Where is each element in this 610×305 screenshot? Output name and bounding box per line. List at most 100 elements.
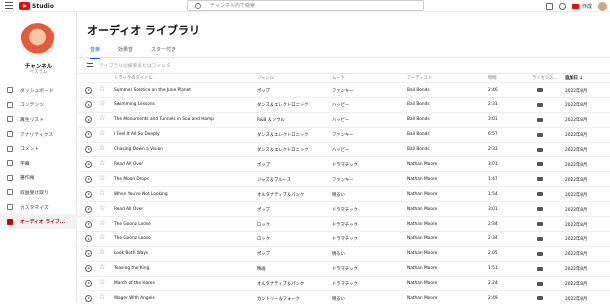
play-icon[interactable]	[85, 250, 92, 258]
license-icon[interactable]	[537, 192, 543, 197]
sidebar-item[interactable]: ダッシュボード	[0, 83, 77, 98]
table-row[interactable]: ☆ I Feel It All So Deeply ダンス＆エレクトロニック ファンキ…	[78, 126, 610, 142]
track-added: 2022年8月	[565, 267, 588, 273]
star-icon[interactable]: ☆	[99, 189, 105, 197]
table-row[interactable]: ☆ Read All Over ポップ ドラマチック Nathan Moore 3:01 2…	[78, 201, 610, 216]
star-icon[interactable]: ☆	[99, 279, 105, 286]
play-icon[interactable]	[85, 280, 92, 288]
play-icon[interactable]	[85, 265, 92, 273]
license-icon[interactable]	[537, 162, 543, 167]
star-icon[interactable]: ☆	[99, 219, 105, 227]
sidebar-item[interactable]: アナリティクス	[0, 127, 77, 142]
license-icon[interactable]	[537, 251, 543, 256]
license-icon[interactable]	[537, 88, 543, 92]
sidebar-item[interactable]: 字幕	[0, 156, 77, 171]
track-artist: Nathan Moore	[407, 176, 438, 182]
license-icon[interactable]	[537, 266, 543, 271]
sidebar-item-label: カスタマイズ	[20, 205, 49, 211]
star-icon[interactable]: ☆	[99, 115, 105, 122]
table-row[interactable]: ☆ The Goonz Loose ロック ドラマチック Nathan Moore 2:3…	[78, 216, 610, 231]
license-icon[interactable]	[537, 222, 543, 227]
star-icon[interactable]: ☆	[99, 145, 105, 152]
star-icon[interactable]: ☆	[99, 264, 105, 271]
track-artist: Bail Bonds	[407, 87, 430, 93]
play-icon[interactable]	[85, 235, 92, 243]
play-icon[interactable]	[85, 205, 92, 213]
table-row[interactable]: ☆ Read All Over ポップ ドラマチック Nathan Moore 3:01 2…	[78, 156, 610, 171]
play-icon[interactable]	[85, 86, 92, 94]
table-row[interactable]: ☆ The Monuments and Tunnels in Sou and Ha…	[78, 111, 610, 127]
track-added: 2022年8月	[565, 118, 588, 124]
feedback-icon[interactable]	[545, 2, 553, 10]
play-icon[interactable]	[85, 146, 92, 154]
filter-input[interactable]: ライブラリの検索またはフィルタ	[87, 61, 171, 69]
table-row[interactable]: ☆ Look Both Ways ポップ 明るい Nathan Moore 2:05 202…	[78, 245, 610, 261]
column-license[interactable]: ライセンス...	[532, 75, 558, 81]
column-duration[interactable]: 時間	[488, 75, 497, 81]
license-icon[interactable]	[537, 236, 543, 241]
studio-logo[interactable]: Studio	[19, 2, 54, 10]
sidebar-item[interactable]: カスタマイズ	[0, 200, 77, 215]
star-icon[interactable]: ☆	[99, 159, 105, 167]
track-mood: 明るい	[332, 296, 345, 302]
table-row[interactable]: ☆ Summer Solstice on the June Planet ポップ ファ…	[78, 82, 610, 97]
play-icon[interactable]	[85, 131, 92, 139]
sidebar-item[interactable]: 再生リスト	[0, 112, 77, 127]
play-icon[interactable]	[85, 190, 92, 198]
help-icon[interactable]	[558, 2, 566, 10]
table-row[interactable]: ☆ Swimming Lessons ダンス＆エレクトロニック ハッピー Bail Bo…	[78, 96, 610, 112]
column-genre[interactable]: ジャンル	[257, 75, 274, 81]
column-added[interactable]: 追加日 ↓	[565, 75, 583, 81]
table-row[interactable]: ☆ Teasing the King 映画 ドラマチック Nathan Moore 1:5…	[78, 260, 610, 276]
license-icon[interactable]	[537, 117, 543, 122]
play-icon[interactable]	[85, 294, 92, 302]
track-duration: 1:47	[488, 176, 498, 182]
license-icon[interactable]	[537, 296, 543, 301]
star-icon[interactable]: ☆	[99, 293, 105, 301]
channel-avatar[interactable]	[20, 23, 55, 58]
star-icon[interactable]: ☆	[99, 234, 105, 241]
license-icon[interactable]	[537, 147, 543, 152]
play-icon[interactable]	[85, 116, 92, 124]
star-icon[interactable]: ☆	[99, 85, 105, 93]
table-row[interactable]: ☆ The Moon Drops ジャズ＆ブルース ファンキー Nathan Moore…	[78, 171, 610, 186]
sidebar-item[interactable]: 収益受け取り	[0, 185, 77, 200]
play-icon[interactable]	[85, 175, 92, 183]
sidebar-item[interactable]: オーディオ ライブ...	[0, 214, 77, 229]
column-artist[interactable]: アーティスト	[407, 75, 432, 81]
menu-icon[interactable]	[5, 2, 13, 9]
track-genre: ポップ	[257, 207, 270, 213]
sidebar-item[interactable]: コメント	[0, 141, 77, 156]
track-artist: Nathan Moore	[407, 281, 438, 287]
star-icon[interactable]: ☆	[99, 100, 105, 107]
account-avatar[interactable]	[598, 1, 607, 11]
table-row[interactable]: ☆ The Goonz Loose ロック ドラマチック Nathan Moore 2:3…	[78, 230, 610, 246]
star-icon[interactable]: ☆	[99, 174, 105, 182]
column-mood[interactable]: ムード	[332, 75, 345, 81]
license-icon[interactable]	[537, 132, 543, 137]
header-actions: 作成	[545, 1, 610, 11]
table-row[interactable]: ☆ Wager With Angels カントリー＆フォーク 明るい Nathan Mo…	[78, 290, 610, 305]
search-input[interactable]: チャンネル内で検索	[187, 0, 424, 11]
sidebar-item[interactable]: コンテンツ	[0, 98, 77, 113]
create-button[interactable]: 作成	[571, 3, 592, 10]
copyright-icon	[7, 174, 13, 181]
star-icon[interactable]: ☆	[99, 249, 105, 256]
sidebar-item[interactable]: 著作権	[0, 171, 77, 186]
column-track[interactable]: トラックのタイトル	[114, 75, 153, 81]
track-added: 2022年8月	[565, 222, 588, 228]
play-icon[interactable]	[85, 101, 92, 109]
table-row[interactable]: ☆ March of the Hares オルタナティブ＆パンク ドラマチック Nath…	[78, 275, 610, 291]
license-icon[interactable]	[537, 102, 543, 107]
track-mood: ドラマチック	[332, 207, 358, 213]
track-title: Chasing Down a Vision	[114, 147, 163, 153]
table-row[interactable]: ☆ When You're Not Looking オルタナティブ＆パンク 明るい Na…	[78, 186, 610, 201]
license-icon[interactable]	[537, 207, 543, 212]
table-row[interactable]: ☆ Chasing Down a Vision ダンス＆エレクトロニック ハッピー Ba…	[78, 141, 610, 157]
play-icon[interactable]	[85, 220, 92, 228]
license-icon[interactable]	[537, 177, 543, 182]
star-icon[interactable]: ☆	[99, 204, 105, 212]
play-icon[interactable]	[85, 160, 92, 168]
license-icon[interactable]	[537, 281, 543, 286]
star-icon[interactable]: ☆	[99, 130, 105, 137]
